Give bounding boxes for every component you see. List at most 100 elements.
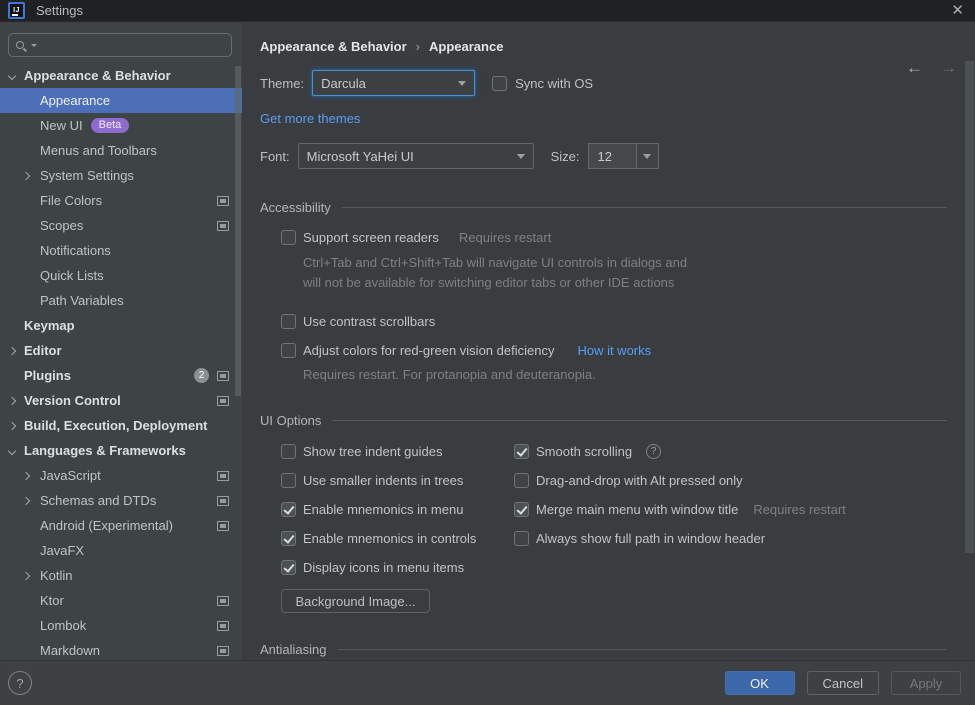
sidebar-item-javafx[interactable]: JavaFX	[0, 538, 242, 563]
sync-with-os-option[interactable]: Sync with OS	[492, 76, 593, 91]
drag-drop-alt-option[interactable]: Drag-and-drop with Alt pressed only	[514, 472, 975, 488]
modified-settings-icon	[217, 471, 229, 481]
smooth-scrolling-option[interactable]: Smooth scrolling ?	[514, 443, 975, 459]
merge-main-menu-checkbox[interactable]	[514, 502, 529, 517]
help-button[interactable]: ?	[8, 671, 32, 695]
sidebar-item-kotlin[interactable]: Kotlin	[0, 563, 242, 588]
sidebar-item-languages-frameworks[interactable]: Languages & Frameworks	[0, 438, 242, 463]
content-scrollbar[interactable]	[965, 61, 974, 553]
modified-settings-icon	[217, 196, 229, 206]
chevron-right-icon[interactable]	[8, 396, 16, 404]
settings-content: Appearance & Behavior › Appearance ← → T…	[242, 23, 975, 660]
sidebar-item-editor[interactable]: Editor	[0, 338, 242, 363]
antialiasing-section-header: Antialiasing	[260, 642, 975, 657]
smaller-indents-option[interactable]: Use smaller indents in trees	[281, 472, 514, 488]
chevron-right-icon[interactable]	[22, 571, 30, 579]
font-size-input[interactable]: 12	[588, 143, 636, 169]
full-path-header-checkbox[interactable]	[514, 531, 529, 546]
accessibility-section-header: Accessibility	[260, 200, 975, 215]
mnemonics-controls-checkbox[interactable]	[281, 531, 296, 546]
sidebar-item-android-experimental[interactable]: Android (Experimental)	[0, 513, 242, 538]
smaller-indents-checkbox[interactable]	[281, 473, 296, 488]
modified-settings-icon	[217, 371, 229, 381]
ui-options-left-column: Show tree indent guides Use smaller inde…	[260, 443, 514, 588]
sidebar-item-path-variables[interactable]: Path Variables	[0, 288, 242, 313]
modified-settings-icon	[217, 396, 229, 406]
sidebar-item-menus-toolbars[interactable]: Menus and Toolbars	[0, 138, 242, 163]
back-arrow-icon[interactable]: ←	[906, 59, 923, 76]
ok-button[interactable]: OK	[725, 671, 795, 695]
sidebar-item-system-settings[interactable]: System Settings	[0, 163, 242, 188]
ui-options-title: UI Options	[260, 413, 321, 428]
dropdown-arrow-icon	[458, 81, 466, 90]
show-tree-indent-guides-option[interactable]: Show tree indent guides	[281, 443, 514, 459]
section-divider	[338, 649, 948, 650]
display-icons-menu-option[interactable]: Display icons in menu items	[281, 559, 514, 575]
titlebar: IJ Settings ✕	[0, 0, 975, 22]
sidebar-item-appearance-behavior[interactable]: Appearance & Behavior	[0, 63, 242, 88]
contrast-scrollbars-checkbox[interactable]	[281, 314, 296, 329]
red-green-checkbox[interactable]	[281, 343, 296, 358]
question-mark-icon: ?	[16, 676, 23, 691]
mnemonics-menu-checkbox[interactable]	[281, 502, 296, 517]
settings-search-box[interactable]	[8, 33, 232, 57]
search-input[interactable]	[37, 38, 231, 52]
breadcrumb: Appearance & Behavior › Appearance	[260, 23, 975, 54]
support-screen-readers-checkbox[interactable]	[281, 230, 296, 245]
get-more-themes-link[interactable]: Get more themes	[260, 111, 360, 126]
chevron-right-icon[interactable]	[22, 471, 30, 479]
sidebar-item-lombok[interactable]: Lombok	[0, 613, 242, 638]
breadcrumb-separator: ›	[416, 39, 420, 54]
cancel-button[interactable]: Cancel	[807, 671, 879, 695]
show-tree-indent-guides-checkbox[interactable]	[281, 444, 296, 459]
full-path-header-option[interactable]: Always show full path in window header	[514, 530, 975, 546]
sidebar-item-notifications[interactable]: Notifications	[0, 238, 242, 263]
merge-main-menu-option[interactable]: Merge main menu with window title Requir…	[514, 501, 975, 517]
contrast-scrollbars-option[interactable]: Use contrast scrollbars	[281, 314, 975, 329]
size-label: Size:	[551, 149, 580, 164]
settings-tree: Appearance & Behavior Appearance New UI …	[0, 63, 242, 660]
sidebar-item-schemas-dtds[interactable]: Schemas and DTDs	[0, 488, 242, 513]
chevron-right-icon[interactable]	[8, 421, 16, 429]
sync-with-os-checkbox[interactable]	[492, 76, 507, 91]
chevron-right-icon[interactable]	[22, 171, 30, 179]
sidebar-scrollbar[interactable]	[235, 66, 241, 396]
sidebar-item-javascript[interactable]: JavaScript	[0, 463, 242, 488]
sidebar-item-file-colors[interactable]: File Colors	[0, 188, 242, 213]
chevron-right-icon[interactable]	[8, 346, 16, 354]
sidebar-item-build-execution-deployment[interactable]: Build, Execution, Deployment	[0, 413, 242, 438]
font-size-dropdown-button[interactable]	[636, 143, 659, 169]
sidebar-item-markdown[interactable]: Markdown	[0, 638, 242, 660]
theme-select[interactable]: Darcula	[312, 70, 475, 96]
antialiasing-title: Antialiasing	[260, 642, 327, 657]
mnemonics-menu-option[interactable]: Enable mnemonics in menu	[281, 501, 514, 517]
font-select[interactable]: Microsoft YaHei UI	[298, 143, 534, 169]
support-screen-readers-option[interactable]: Support screen readers Requires restart	[281, 230, 975, 245]
chevron-down-icon[interactable]	[8, 446, 16, 454]
red-green-option[interactable]: Adjust colors for red-green vision defic…	[281, 343, 975, 358]
screen-readers-help-text: Ctrl+Tab and Ctrl+Shift+Tab will navigat…	[303, 253, 975, 293]
background-image-button[interactable]: Background Image...	[281, 589, 430, 613]
sidebar-item-appearance[interactable]: Appearance	[0, 88, 242, 113]
window-title: Settings	[36, 3, 83, 18]
sidebar-item-plugins[interactable]: Plugins 2	[0, 363, 242, 388]
sidebar-item-keymap[interactable]: Keymap	[0, 313, 242, 338]
font-size-value: 12	[598, 149, 612, 164]
display-icons-menu-checkbox[interactable]	[281, 560, 296, 575]
sidebar-item-quick-lists[interactable]: Quick Lists	[0, 263, 242, 288]
help-circle-icon[interactable]: ?	[646, 444, 661, 459]
modified-settings-icon	[217, 221, 229, 231]
ui-options-right-column: Smooth scrolling ? Drag-and-drop with Al…	[514, 443, 975, 588]
sidebar-item-ktor[interactable]: Ktor	[0, 588, 242, 613]
history-nav: ← →	[906, 59, 957, 76]
drag-drop-alt-checkbox[interactable]	[514, 473, 529, 488]
chevron-right-icon[interactable]	[22, 496, 30, 504]
smooth-scrolling-checkbox[interactable]	[514, 444, 529, 459]
chevron-down-icon[interactable]	[8, 71, 16, 79]
sidebar-item-version-control[interactable]: Version Control	[0, 388, 242, 413]
mnemonics-controls-option[interactable]: Enable mnemonics in controls	[281, 530, 514, 546]
sidebar-item-new-ui[interactable]: New UI Beta	[0, 113, 242, 138]
how-it-works-link[interactable]: How it works	[577, 343, 651, 358]
close-icon[interactable]: ✕	[951, 3, 964, 18]
sidebar-item-scopes[interactable]: Scopes	[0, 213, 242, 238]
